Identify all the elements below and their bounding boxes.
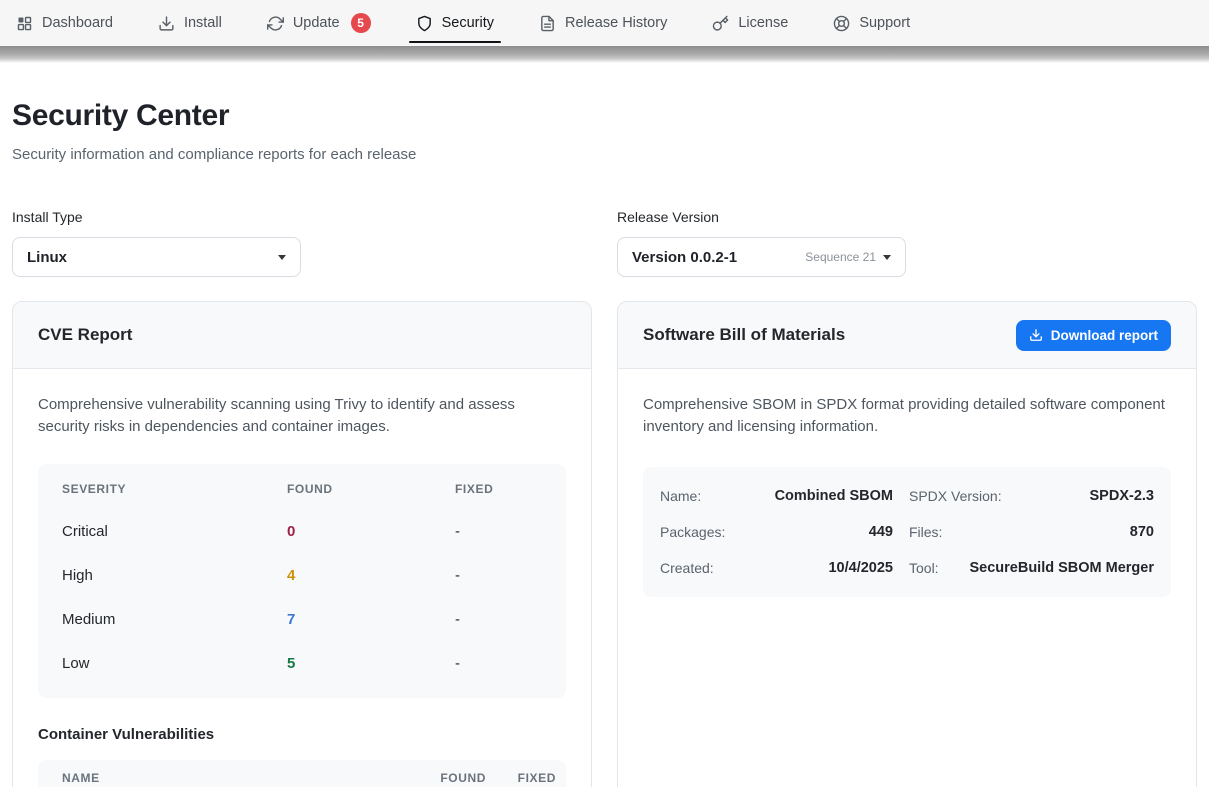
- refresh-icon: [267, 15, 284, 32]
- release-version-select[interactable]: Version 0.0.2-1 Sequence 21: [617, 237, 906, 277]
- severity-found-count: 5: [287, 655, 455, 672]
- page-subtitle: Security information and compliance repo…: [12, 146, 1197, 163]
- nav-item-release-history[interactable]: Release History: [532, 0, 674, 46]
- nav-item-label: Support: [859, 15, 910, 31]
- install-type-filter: Install Type Linux: [12, 209, 592, 277]
- table-row: Created: 10/4/2025 Tool: SecureBuild SBO…: [660, 550, 1154, 586]
- scroll-shadow: [0, 46, 1209, 63]
- download-icon: [1029, 328, 1043, 342]
- report-cards: CVE Report Comprehensive vulnerability s…: [12, 301, 1197, 787]
- table-row: Medium 7 -: [38, 598, 566, 642]
- severity-found-count: 7: [287, 611, 455, 628]
- install-type-value: Linux: [27, 249, 67, 266]
- table-row: Name: Combined SBOM SPDX Version: SPDX-2…: [660, 478, 1154, 514]
- sbom-details-table: Name: Combined SBOM SPDX Version: SPDX-2…: [643, 467, 1171, 597]
- sbom-detail-value: SPDX-2.3: [1090, 488, 1154, 504]
- release-version-value: Version 0.0.2-1: [632, 249, 737, 266]
- sbom-detail-value: 10/4/2025: [828, 560, 893, 576]
- nav-item-label: Security: [442, 15, 494, 31]
- sbom-detail-label: Created:: [660, 560, 714, 576]
- table-row: Low 5 -: [38, 642, 566, 686]
- cve-report-header: CVE Report: [13, 302, 591, 369]
- chevron-down-icon: [278, 255, 286, 260]
- nav-item-label: Release History: [565, 15, 667, 31]
- container-vulnerabilities-table-header: NAME FOUND FIXED: [38, 760, 566, 787]
- sbom-detail-value: SecureBuild SBOM Merger: [969, 560, 1154, 576]
- sbom-detail-label: Name:: [660, 488, 701, 504]
- severity-table: SEVERITY FOUND FIXED Critical 0 - High 4…: [38, 464, 566, 698]
- table-row: High 4 -: [38, 554, 566, 598]
- sbom-description: Comprehensive SBOM in SPDX format provid…: [643, 394, 1171, 438]
- table-row: Packages: 449 Files: 870: [660, 514, 1154, 550]
- severity-fixed-count: -: [455, 567, 542, 584]
- document-icon: [539, 15, 556, 32]
- nav-item-label: Dashboard: [42, 15, 113, 31]
- sbom-detail-label: SPDX Version:: [909, 488, 1002, 504]
- sbom-title: Software Bill of Materials: [643, 325, 845, 345]
- sbom-detail-label: Files:: [909, 524, 942, 540]
- filters-row: Install Type Linux Release Version Versi…: [12, 209, 1197, 277]
- release-version-filter: Release Version Version 0.0.2-1 Sequence…: [617, 209, 1197, 277]
- nav-item-label: Install: [184, 15, 222, 31]
- release-version-label: Release Version: [617, 209, 1197, 225]
- shield-icon: [416, 15, 433, 32]
- download-icon: [158, 15, 175, 32]
- sbom-detail-value: 449: [869, 524, 893, 540]
- sbom-detail-value: 870: [1130, 524, 1154, 540]
- download-report-button[interactable]: Download report: [1016, 320, 1171, 351]
- nav-item-dashboard[interactable]: Dashboard: [9, 0, 120, 46]
- nav-item-support[interactable]: Support: [826, 0, 917, 46]
- severity-found-count: 4: [287, 567, 455, 584]
- install-type-select[interactable]: Linux: [12, 237, 301, 277]
- severity-fixed-count: -: [455, 611, 542, 628]
- severity-name: Medium: [62, 611, 287, 628]
- fixed-column-header: FIXED: [486, 771, 556, 785]
- found-column-header: FOUND: [406, 771, 486, 785]
- update-count-badge: 5: [351, 13, 371, 33]
- severity-fixed-count: -: [455, 523, 542, 540]
- page-title: Security Center: [12, 99, 1197, 133]
- sbom-detail-value: Combined SBOM: [775, 488, 893, 504]
- sbom-header: Software Bill of Materials Download repo…: [618, 302, 1196, 369]
- severity-fixed-count: -: [455, 655, 542, 672]
- sbom-card: Software Bill of Materials Download repo…: [617, 301, 1197, 787]
- sbom-detail-label: Tool:: [909, 560, 939, 576]
- severity-found-count: 0: [287, 523, 455, 540]
- security-center-page: Security Center Security information and…: [0, 99, 1209, 787]
- install-type-label: Install Type: [12, 209, 592, 225]
- chevron-down-icon: [883, 255, 891, 260]
- severity-column-header: SEVERITY: [62, 482, 287, 496]
- container-vulnerabilities-title: Container Vulnerabilities: [38, 726, 566, 743]
- sbom-detail-label: Packages:: [660, 524, 725, 540]
- severity-table-header: SEVERITY FOUND FIXED: [38, 468, 566, 510]
- download-report-label: Download report: [1051, 328, 1158, 343]
- severity-name: Critical: [62, 523, 287, 540]
- cve-report-title: CVE Report: [38, 325, 132, 345]
- name-column-header: NAME: [62, 771, 406, 785]
- fixed-column-header: FIXED: [455, 482, 542, 496]
- nav-item-security[interactable]: Security: [409, 0, 501, 46]
- nav-item-install[interactable]: Install: [151, 0, 229, 46]
- nav-item-license[interactable]: License: [705, 0, 795, 46]
- dashboard-grid-icon: [16, 15, 33, 32]
- found-column-header: FOUND: [287, 482, 455, 496]
- release-sequence-text: Sequence 21: [805, 250, 876, 264]
- table-row: Critical 0 -: [38, 510, 566, 554]
- cve-report-card: CVE Report Comprehensive vulnerability s…: [12, 301, 592, 787]
- severity-name: Low: [62, 655, 287, 672]
- lifebuoy-icon: [833, 15, 850, 32]
- nav-item-label: Update: [293, 15, 340, 31]
- top-nav: Dashboard Install Update 5 S: [0, 0, 1209, 46]
- nav-item-label: License: [738, 15, 788, 31]
- cve-report-description: Comprehensive vulnerability scanning usi…: [38, 394, 566, 438]
- severity-name: High: [62, 567, 287, 584]
- nav-item-update[interactable]: Update 5: [260, 0, 378, 46]
- key-icon: [712, 15, 729, 32]
